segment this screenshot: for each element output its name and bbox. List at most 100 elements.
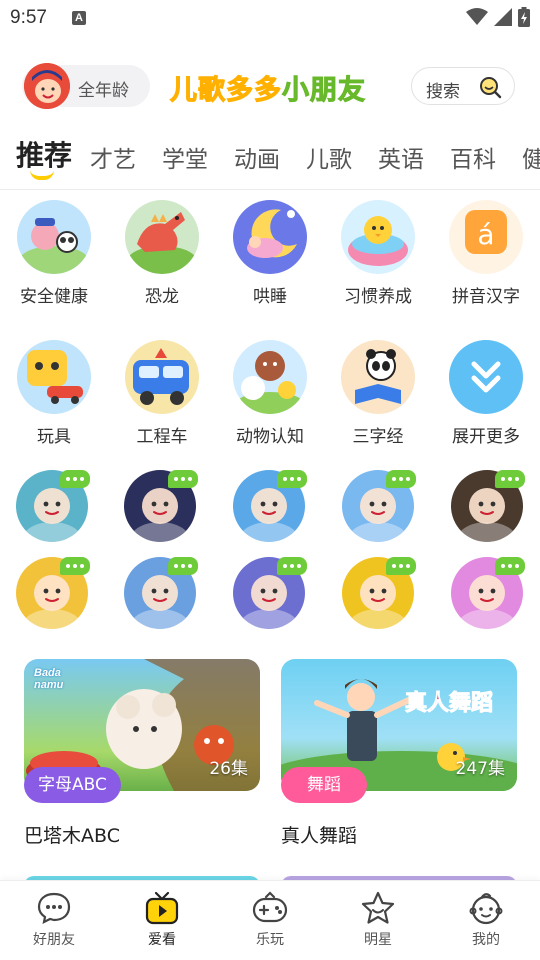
signal-icon (494, 8, 512, 26)
show-logo: Bada namu (34, 667, 64, 691)
category-label: 拼音汉字 (452, 287, 520, 307)
category-habit[interactable]: 习惯养成 (330, 200, 426, 307)
card-banner-text: 真人舞蹈 (404, 691, 494, 717)
more-dots-icon (495, 470, 525, 488)
card-tag: 字母ABC (24, 767, 121, 803)
app-logo: 儿歌多多小朋友 (170, 75, 366, 107)
tv-icon (145, 891, 179, 925)
category-label: 安全健康 (20, 287, 88, 307)
category-label: 恐龙 (145, 287, 179, 307)
category-dinosaur[interactable]: 恐龙 (114, 200, 210, 307)
gamepad-icon (252, 891, 288, 923)
nav-label: 好朋友 (33, 932, 75, 948)
category-tabs: 推荐 才艺 学堂 动画 儿歌 英语 百科 健 (0, 130, 540, 190)
category-label: 习惯养成 (344, 287, 412, 307)
ultraman-tiga-avatar[interactable] (233, 557, 307, 629)
episode-count: 247集 (455, 759, 505, 779)
toy-icon (17, 340, 91, 414)
tab-songs[interactable]: 儿歌 (306, 140, 352, 174)
more-dots-icon (495, 557, 525, 575)
category-pinyin[interactable]: á 拼音汉字 (438, 200, 534, 307)
category-label: 动物认知 (236, 427, 304, 447)
more-dots-icon (168, 557, 198, 575)
nav-label: 我的 (472, 932, 500, 948)
status-time: 9:57 (10, 7, 47, 28)
bottom-navigation: 好朋友 爱看 乐玩 明星 我的 (0, 880, 540, 960)
app-header: 全年龄 儿歌多多小朋友 搜索 (0, 60, 540, 114)
dinosaur-icon (125, 200, 199, 274)
tab-animation[interactable]: 动画 (234, 140, 280, 174)
category-label: 三字经 (352, 427, 404, 447)
search-button[interactable]: 搜索 (411, 67, 515, 105)
chat-bubble-icon (37, 892, 71, 924)
category-label: 展开更多 (452, 427, 520, 447)
search-label: 搜索 (426, 82, 460, 102)
peppa-avatar[interactable] (233, 470, 307, 542)
ultraman-avatar[interactable] (124, 470, 198, 542)
category-truck[interactable]: 工程车 (114, 340, 210, 447)
nav-watch[interactable]: 爱看 (122, 891, 202, 949)
classic-book-icon (341, 340, 415, 414)
avatar[interactable] (24, 63, 70, 109)
nav-stars[interactable]: 明星 (338, 891, 418, 949)
paw-patrol-avatar[interactable] (16, 557, 90, 629)
category-label: 玩具 (37, 427, 71, 447)
svg-text:á: á (477, 218, 494, 251)
tab-encyclopedia[interactable]: 百科 (450, 140, 496, 174)
more-dots-icon (386, 470, 416, 488)
category-safety[interactable]: 安全健康 (6, 200, 102, 307)
tab-recommend[interactable]: 推荐 (16, 134, 72, 174)
safety-icon (17, 200, 91, 274)
age-selector[interactable]: 全年龄 (22, 63, 150, 109)
tab-school[interactable]: 学堂 (162, 140, 208, 174)
category-label: 工程车 (136, 427, 188, 447)
category-expand-more[interactable]: 展开更多 (438, 340, 534, 447)
search-icon (480, 77, 502, 99)
category-label: 哄睡 (253, 287, 287, 307)
more-dots-icon (386, 557, 416, 575)
category-sleep[interactable]: 哄睡 (222, 200, 318, 307)
nav-friends[interactable]: 好朋友 (14, 891, 94, 949)
video-card-dance[interactable]: 真人舞蹈 247集 舞蹈 真人舞蹈 (281, 659, 517, 848)
active-tab-indicator (30, 170, 54, 180)
card-title: 巴塔木ABC (24, 825, 120, 847)
expand-more-icon (449, 340, 523, 414)
animal-icon (233, 340, 307, 414)
more-dots-icon (277, 470, 307, 488)
more-dots-icon (277, 557, 307, 575)
elsa-avatar[interactable] (342, 470, 416, 542)
tab-talent[interactable]: 才艺 (90, 140, 136, 174)
star-icon (361, 891, 395, 924)
sleep-icon (233, 200, 307, 274)
nav-play[interactable]: 乐玩 (230, 891, 310, 949)
truck-icon (125, 340, 199, 414)
card-title: 真人舞蹈 (281, 825, 358, 847)
category-toy[interactable]: 玩具 (6, 340, 102, 447)
baby-face-icon (469, 893, 503, 925)
nav-mine[interactable]: 我的 (446, 891, 526, 949)
wifi-icon (466, 8, 488, 25)
battery-icon (518, 7, 530, 27)
notification-icon: A (72, 11, 86, 25)
more-dots-icon (168, 470, 198, 488)
nezha-avatar[interactable] (16, 470, 90, 542)
habit-icon (341, 200, 415, 274)
tab-health[interactable]: 健 (522, 140, 540, 174)
pinyin-icon: á (449, 200, 523, 274)
princess-avatar[interactable] (451, 470, 525, 542)
more-dots-icon (60, 557, 90, 575)
nav-label: 乐玩 (256, 932, 284, 948)
boonie-bear-avatar[interactable] (124, 557, 198, 629)
pony-avatar[interactable] (342, 557, 416, 629)
status-bar: 9:57 A (0, 0, 540, 36)
age-label: 全年龄 (78, 81, 129, 101)
episode-count: 26集 (209, 759, 248, 779)
card-tag: 舞蹈 (281, 767, 367, 803)
pink-doll-avatar[interactable] (451, 557, 525, 629)
nav-label: 明星 (364, 932, 392, 948)
video-card-batamu[interactable]: Bada namu 26集 字母ABC 巴塔木ABC (24, 659, 260, 848)
category-classic[interactable]: 三字经 (330, 340, 426, 447)
category-animal[interactable]: 动物认知 (222, 340, 318, 447)
more-dots-icon (60, 470, 90, 488)
tab-english[interactable]: 英语 (378, 140, 424, 174)
